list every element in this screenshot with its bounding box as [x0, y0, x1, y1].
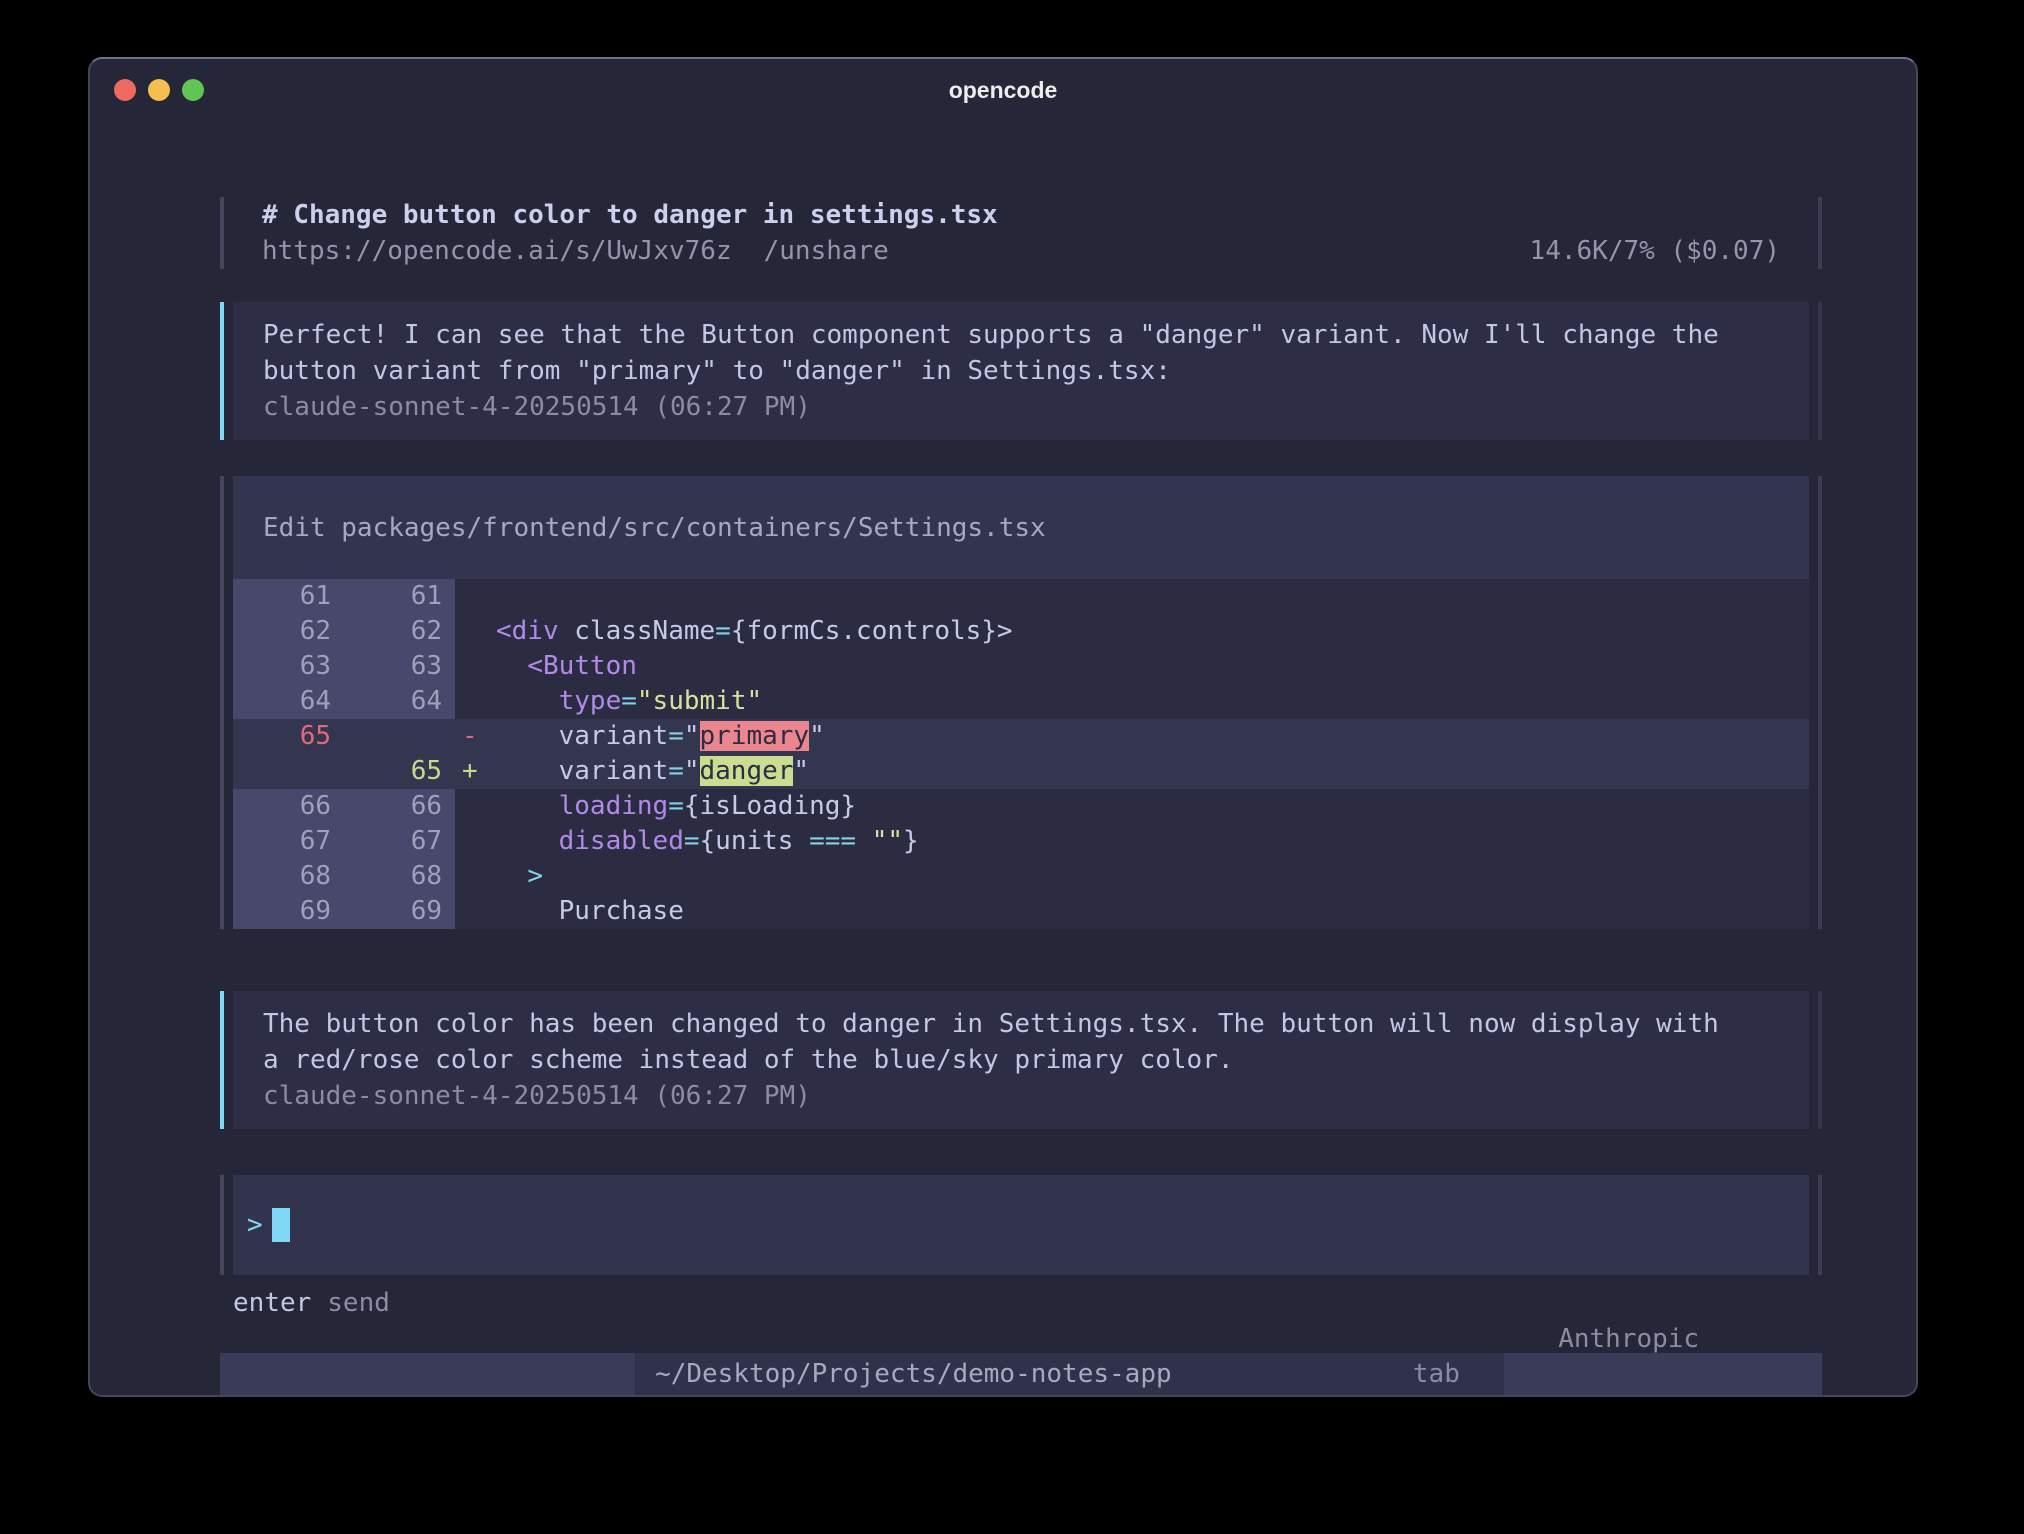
- model-provider: Anthropic: [1558, 1324, 1699, 1354]
- edit-tool-header: Edit packages/frontend/src/containers/Se…: [233, 476, 1809, 579]
- edit-tool-title: Edit packages/frontend/src/containers/Se…: [263, 513, 1046, 543]
- hint-send-action: send: [327, 1285, 390, 1321]
- unshare-command: /unshare: [764, 233, 889, 269]
- edit-tool-block: Edit packages/frontend/src/containers/Se…: [220, 476, 1822, 929]
- session-subline: https://opencode.ai/s/UwJxv76z /unshare …: [262, 233, 1780, 269]
- diff-code-line: loading={isLoading}: [496, 789, 1809, 824]
- text-cursor: [272, 1208, 290, 1242]
- diff-row: 6464 type="submit": [233, 684, 1809, 719]
- diff-code-line: Purchase: [496, 894, 1809, 929]
- assistant-message-body: The button color has been changed to dan…: [233, 991, 1809, 1129]
- diff-code-line: variant="primary": [496, 719, 1809, 754]
- hint-bar: enter send Anthropic Claude Sonnet 4: [220, 1285, 1822, 1321]
- tab-hint[interactable]: tab: [1413, 1353, 1484, 1395]
- token-usage: 14.6K/7% ($0.07): [1530, 233, 1780, 269]
- session-header: # Change button color to danger in setti…: [220, 197, 1822, 269]
- assistant-message: Perfect! I can see that the Button compo…: [220, 302, 1822, 440]
- assistant-message-body: Perfect! I can see that the Button compo…: [233, 302, 1809, 440]
- message-text: Perfect! I can see that the Button compo…: [263, 317, 1727, 389]
- share-url[interactable]: https://opencode.ai/s/UwJxv76z: [262, 233, 732, 269]
- app-window: opencode # Change button color to danger…: [88, 57, 1918, 1397]
- hint-enter-key: enter: [233, 1285, 311, 1321]
- message-meta: claude-sonnet-4-20250514 (06:27 PM): [263, 1078, 1779, 1114]
- mode-segment[interactable]: BUILDMODE: [1504, 1353, 1822, 1395]
- diff-code-line: [496, 579, 1809, 614]
- diff-row: 65- variant="primary": [233, 719, 1809, 754]
- assistant-message: The button color has been changed to dan…: [220, 991, 1822, 1129]
- message-meta: claude-sonnet-4-20250514 (06:27 PM): [263, 389, 1779, 425]
- session-header-inner: # Change button color to danger in setti…: [233, 197, 1809, 269]
- prompt-input[interactable]: >: [233, 1175, 1809, 1275]
- diff-row: 6161: [233, 579, 1809, 614]
- diff-row: 6868 >: [233, 859, 1809, 894]
- window-title: opencode: [90, 59, 1916, 117]
- working-directory: ~/Desktop/Projects/demo-notes-app: [655, 1353, 1172, 1395]
- diff-row: 6262<div className={formCs.controls}>: [233, 614, 1809, 649]
- diff-code-line: type="submit": [496, 684, 1809, 719]
- diff-row: 6969 Purchase: [233, 894, 1809, 929]
- model-indicator: Anthropic Claude Sonnet 4: [1433, 1285, 1809, 1321]
- diff-code-line: <div className={formCs.controls}>: [496, 614, 1809, 649]
- diff-row: 6666 loading={isLoading}: [233, 789, 1809, 824]
- prompt-input-block: >: [220, 1175, 1822, 1275]
- diff-code-line: <Button: [496, 649, 1809, 684]
- cwd-segment: ~/Desktop/Projects/demo-notes-app tab: [635, 1353, 1504, 1395]
- titlebar: opencode: [90, 59, 1916, 117]
- terminal-content: # Change button color to danger in setti…: [90, 117, 1916, 1395]
- status-bar: opencodev0.3.11 ~/Desktop/Projects/demo-…: [220, 1353, 1822, 1395]
- diff-code-line: variant="danger": [496, 754, 1809, 789]
- diff-row: 6363 <Button: [233, 649, 1809, 684]
- diff-row: 65+ variant="danger": [233, 754, 1809, 789]
- app-version-segment: opencodev0.3.11: [220, 1353, 635, 1395]
- diff-code-line: >: [496, 859, 1809, 894]
- prompt-symbol: >: [247, 1210, 263, 1240]
- diff-code-line: disabled={units === ""}: [496, 824, 1809, 859]
- message-text: The button color has been changed to dan…: [263, 1006, 1727, 1078]
- diff-rows: 61616262<div className={formCs.controls}…: [233, 579, 1809, 929]
- diff-row: 6767 disabled={units === ""}: [233, 824, 1809, 859]
- session-title: # Change button color to danger in setti…: [262, 197, 1780, 233]
